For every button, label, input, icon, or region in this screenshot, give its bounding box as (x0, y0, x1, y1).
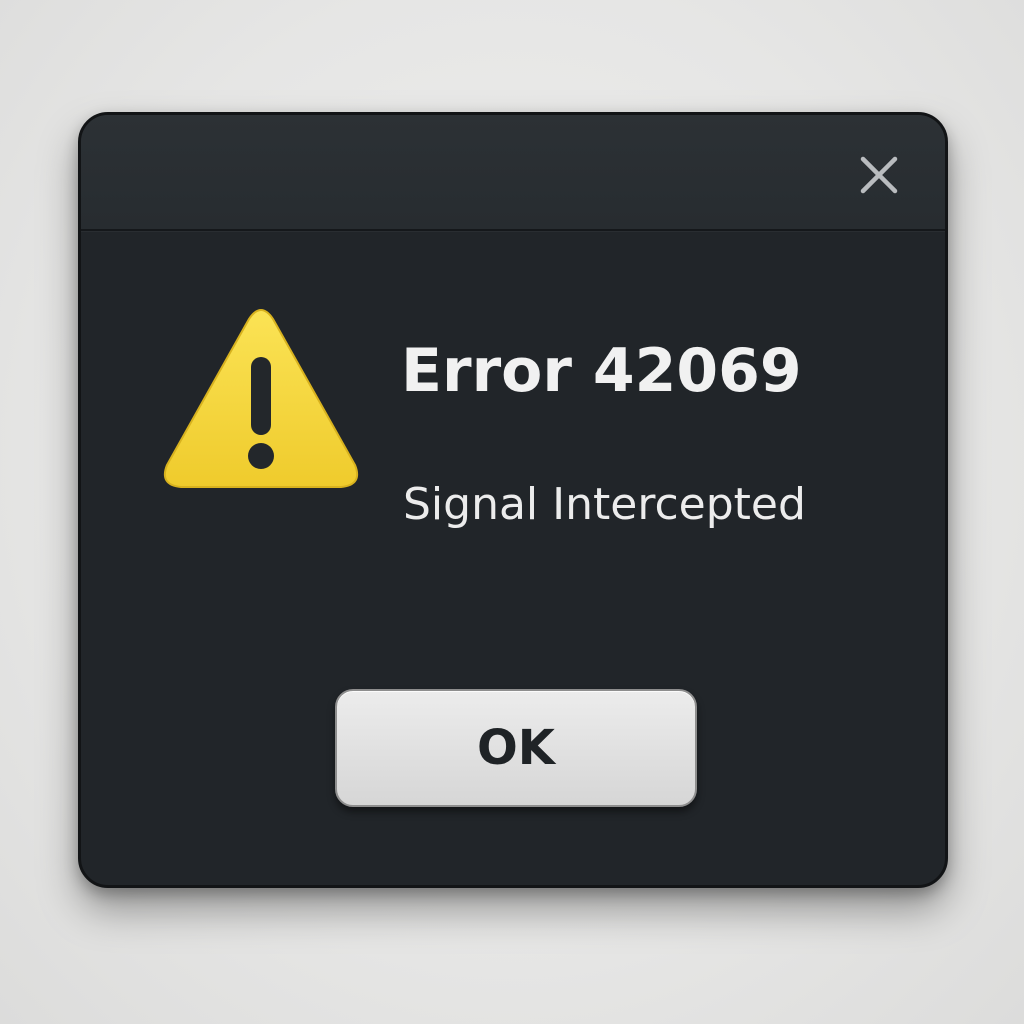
error-title: Error 42069 (401, 336, 802, 406)
close-button[interactable] (855, 151, 903, 199)
error-dialog: Error 42069 Signal Intercepted OK (78, 112, 948, 888)
close-icon (860, 156, 898, 194)
ok-button[interactable]: OK (335, 689, 697, 807)
dialog-titlebar (81, 115, 945, 231)
error-message: Signal Intercepted (403, 479, 806, 530)
warning-triangle-icon (163, 309, 359, 488)
